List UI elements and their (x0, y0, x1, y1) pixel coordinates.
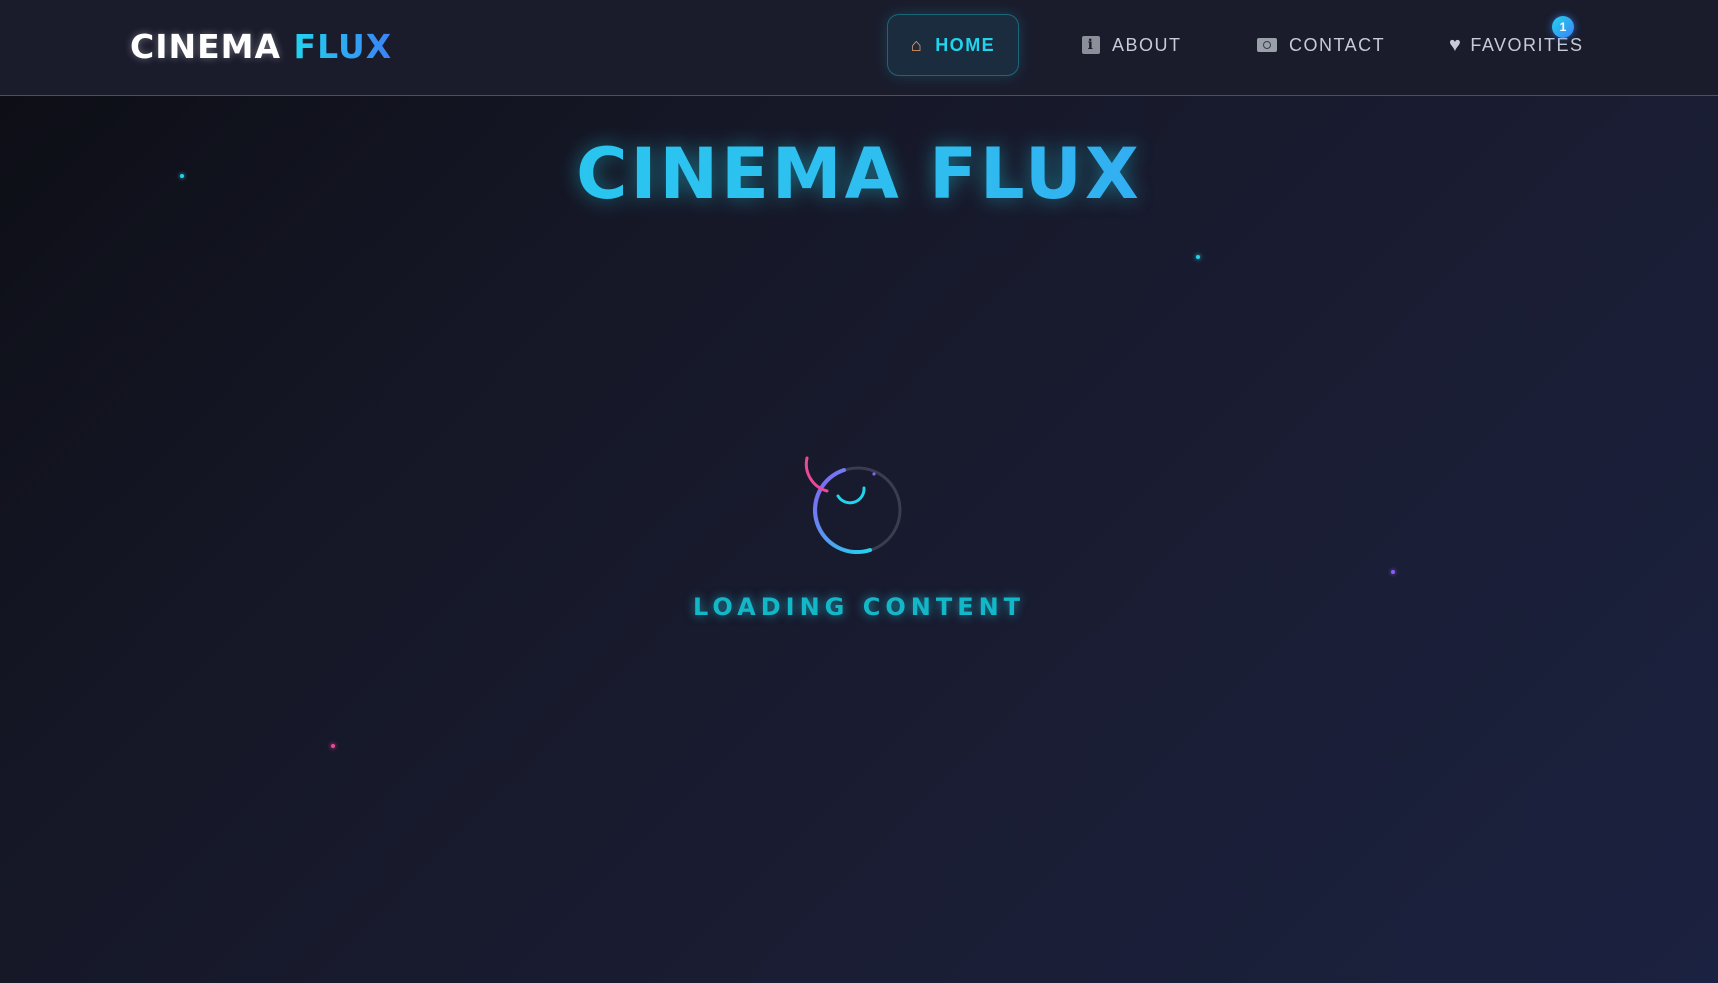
brand-logo[interactable]: CINEMA FLUX (130, 27, 392, 66)
nav-home-label: HOME (935, 34, 996, 55)
favorites-count-badge: 1 (1552, 16, 1574, 38)
nav-contact-label: CONTACT (1289, 34, 1386, 55)
particle-dot (331, 744, 335, 748)
nav-contact[interactable]: CONTACT (1257, 14, 1385, 76)
nav-about-label: ABOUT (1112, 34, 1182, 55)
nav-favorites-label: FAVORITES (1470, 34, 1584, 55)
home-icon: ⌂ (910, 34, 924, 55)
particle-dot (1196, 255, 1200, 259)
page-title: CINEMA FLUX (0, 133, 1718, 215)
logo-accent: FLUX (293, 27, 393, 66)
nav-home[interactable]: ⌂ HOME (887, 14, 1019, 76)
loading-text: LOADING CONTENT (692, 593, 1026, 621)
nav-about[interactable]: i ABOUT (1082, 14, 1182, 76)
camera-icon (1257, 38, 1277, 52)
heart-icon: ♥ (1449, 33, 1463, 56)
info-icon: i (1082, 36, 1100, 54)
navbar: CINEMA FLUX ⌂ HOME i ABOUT CONTACT ♥ FAV… (0, 0, 1718, 96)
loading-spinner (804, 456, 902, 554)
particle-dot (1391, 570, 1395, 574)
logo-primary: CINEMA (130, 27, 282, 66)
